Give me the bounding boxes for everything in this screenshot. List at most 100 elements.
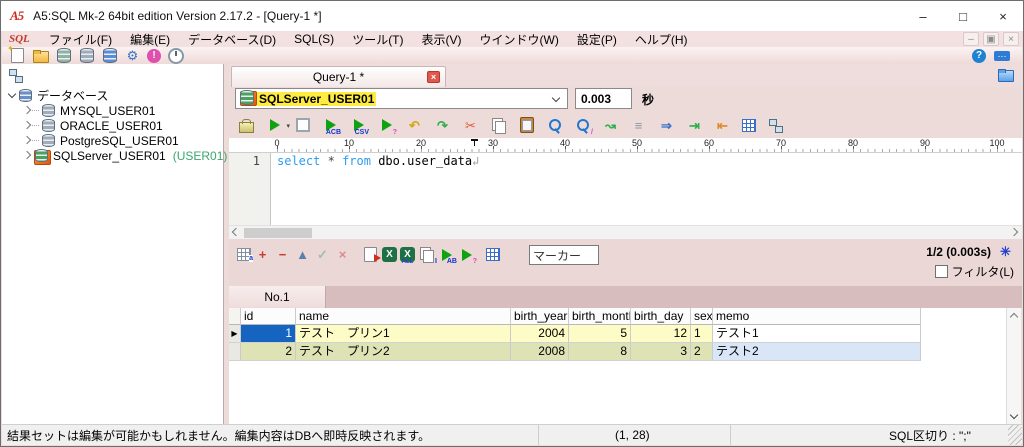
grid-cell[interactable]: 1 <box>241 325 296 343</box>
column-header-memo[interactable]: memo <box>713 308 921 325</box>
menu-item[interactable]: ファイル(F) <box>40 31 121 47</box>
delete-row-icon[interactable]: − <box>274 246 291 263</box>
marker-input[interactable] <box>529 245 599 265</box>
database-group-icon[interactable] <box>17 88 34 103</box>
copy-database-icon[interactable] <box>101 47 118 64</box>
close-results-icon[interactable]: ✳ <box>997 243 1014 260</box>
database-icon[interactable] <box>40 103 57 118</box>
grid-cell[interactable]: 2 <box>691 343 713 361</box>
tree-item-oracle_user01[interactable]: ORACLE_USER01 <box>2 118 223 133</box>
tab-result-no1[interactable]: No.1 <box>229 286 326 308</box>
filter-toggle[interactable]: フィルタ(L) <box>926 263 1014 280</box>
align-values-icon[interactable]: ≡ <box>630 117 647 134</box>
copy-icon[interactable] <box>490 117 507 134</box>
mdi-close-button[interactable]: × <box>1003 32 1019 46</box>
column-header-birth_day[interactable]: birth_day <box>631 308 691 325</box>
grid-mode-icon[interactable]: a <box>237 248 253 262</box>
excel-export-all-icon[interactable]: X ALL <box>400 247 415 265</box>
undo-icon[interactable]: ↶ <box>406 117 423 134</box>
redo-icon[interactable]: ↷ <box>434 117 451 134</box>
close-tab-icon[interactable]: × <box>427 71 440 83</box>
database-icon[interactable] <box>40 133 57 148</box>
run-csv-icon[interactable]: CSV <box>350 117 369 136</box>
column-header-id[interactable]: id <box>241 308 296 325</box>
grid-settings-icon[interactable] <box>486 248 500 261</box>
filter-checkbox[interactable] <box>934 265 948 278</box>
unindent-icon[interactable]: ⇤ <box>714 117 731 134</box>
close-button[interactable]: × <box>983 1 1023 31</box>
column-header-birth_month[interactable]: birth_month <box>569 308 631 325</box>
grid-cell[interactable]: 8 <box>569 343 631 361</box>
run-select-icon[interactable]: ACB <box>322 117 341 136</box>
scroll-up-icon[interactable] <box>1010 311 1019 320</box>
new-document-icon[interactable] <box>7 44 26 64</box>
menu-item[interactable]: ツール(T) <box>343 31 412 47</box>
minimize-button[interactable]: – <box>903 1 943 31</box>
export-icon[interactable] <box>362 246 381 263</box>
find-icon[interactable] <box>546 117 563 134</box>
excel-export-icon[interactable]: X <box>382 247 397 262</box>
resize-grip[interactable] <box>1008 425 1022 445</box>
run-param-icon[interactable]: ? <box>378 117 397 136</box>
elapsed-time-field[interactable]: 0.003 <box>575 88 632 109</box>
move-row-icon[interactable]: ▲ <box>294 246 311 263</box>
grid-cell[interactable]: テスト プリン2 <box>296 343 511 361</box>
announce-icon[interactable]: ! <box>147 48 161 63</box>
history-clock-icon[interactable] <box>167 47 184 64</box>
run-icon[interactable]: ▾ <box>266 117 290 134</box>
scroll-down-icon[interactable] <box>1010 412 1019 421</box>
mdi-minimize-button[interactable]: – <box>963 32 979 46</box>
add-database-icon[interactable] <box>78 47 95 64</box>
tab-query-1[interactable]: Query-1 * × <box>231 66 446 87</box>
stop-icon[interactable] <box>294 117 311 134</box>
menu-item[interactable]: ウインドウ(W) <box>471 31 568 47</box>
menu-item[interactable]: データベース(D) <box>179 31 285 47</box>
settings-gear-icon[interactable]: ⚙ <box>124 47 141 64</box>
tree-item-databases[interactable]: データベース <box>2 88 223 103</box>
column-header-birth_year[interactable]: birth_year <box>511 308 569 325</box>
tree-item-postgresql_user01[interactable]: PostgreSQL_USER01 <box>2 133 223 148</box>
open-file-icon[interactable] <box>32 47 49 64</box>
editor-hscrollbar[interactable] <box>229 225 1022 239</box>
column-header-name[interactable]: name <box>296 308 511 325</box>
ddl-outline-icon[interactable] <box>742 118 756 132</box>
maximize-button[interactable]: □ <box>943 1 983 31</box>
grid-cell[interactable]: 1 <box>691 325 713 343</box>
grid-vscrollbar[interactable] <box>1006 308 1021 424</box>
menu-item[interactable]: SQL(S) <box>285 31 343 47</box>
help-icon[interactable]: ? <box>972 48 986 63</box>
insert-row-icon[interactable]: + <box>254 246 271 263</box>
grid-cell[interactable]: 5 <box>569 325 631 343</box>
grid-cell[interactable]: 2008 <box>511 343 569 361</box>
grid-cell[interactable]: テスト1 <box>713 325 921 343</box>
format-sql-icon[interactable]: ⇒ <box>658 117 675 134</box>
mdi-restore-button[interactable]: ▣ <box>983 32 999 46</box>
grid-cell[interactable]: 12 <box>631 325 691 343</box>
run-param-icon[interactable]: ? <box>458 246 477 265</box>
license-badge-icon[interactable]: ⋯ <box>994 50 1010 61</box>
goto-icon[interactable]: ↝ <box>602 117 619 134</box>
scroll-right-icon[interactable] <box>1010 228 1019 237</box>
tree-item-sqlserver_user01[interactable]: SQLServer_USER01 (USER01) <box>2 148 227 165</box>
indent-icon[interactable]: ⇥ <box>686 117 703 134</box>
grid-cell[interactable]: 2 <box>241 343 296 361</box>
post-edit-icon[interactable]: ✓ <box>314 246 331 263</box>
tree-item-mysql_user01[interactable]: MYSQL_USER01 <box>2 103 223 118</box>
copy-with-title-icon[interactable]: I <box>418 246 437 265</box>
database-icon[interactable] <box>40 118 57 133</box>
connection-select[interactable]: SQLServer_USER01 <box>235 88 568 109</box>
menu-item[interactable]: 表示(V) <box>413 31 471 47</box>
replace-icon[interactable]: / <box>574 117 593 136</box>
chevron-down-icon[interactable] <box>552 95 561 104</box>
paste-icon[interactable] <box>518 117 535 134</box>
scroll-left-icon[interactable] <box>232 228 241 237</box>
connect-database-icon[interactable] <box>55 47 72 64</box>
cancel-edit-icon[interactable]: × <box>334 246 351 263</box>
tree-panel-icon[interactable] <box>7 67 24 84</box>
run-select-icon[interactable]: AB <box>438 246 457 265</box>
menu-item[interactable]: ヘルプ(H) <box>626 31 697 47</box>
sql-file-icon[interactable] <box>238 117 255 134</box>
column-header-sex[interactable]: sex <box>691 308 713 325</box>
sql-editor[interactable]: 1 select * from dbo.user_data↲ <box>229 153 1022 225</box>
grid-cell[interactable]: 3 <box>631 343 691 361</box>
